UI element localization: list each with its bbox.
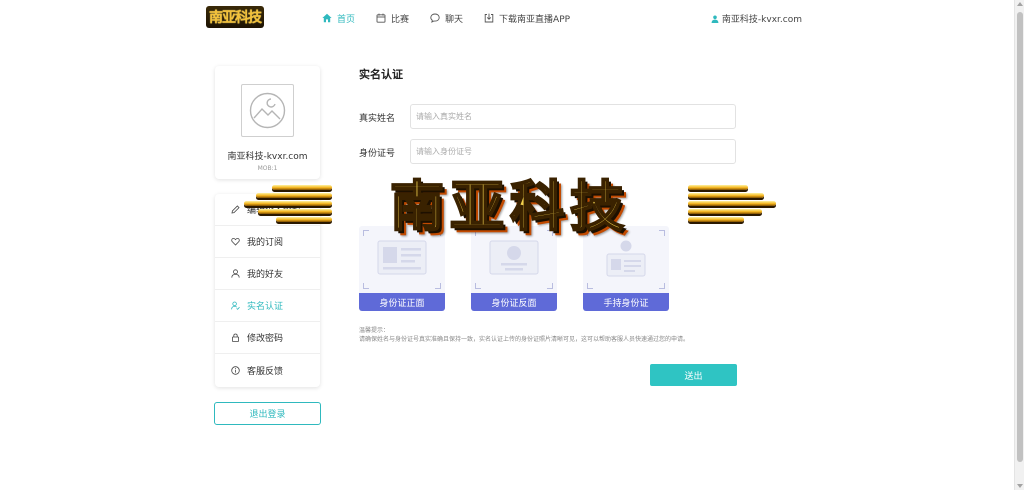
real-name-label: 真实姓名	[359, 114, 396, 124]
id-handheld-icon	[606, 240, 646, 277]
user-icon	[711, 15, 719, 23]
vertical-scrollbar[interactable]	[1014, 0, 1024, 490]
main-nav: 首页 比赛 聊天 下载南亚直播APP	[322, 10, 591, 26]
user-menu[interactable]: 南亚科技-kvxr.com	[711, 12, 802, 25]
nav-home-label: 首页	[337, 14, 356, 25]
pencil-icon	[231, 205, 240, 214]
watermark-text: 南亚科技	[389, 173, 630, 239]
tip-title: 温馨提示：	[359, 327, 390, 334]
menu-item-label: 实名认证	[247, 302, 284, 312]
nav-matches-label: 比赛	[391, 14, 410, 25]
calendar-icon	[376, 13, 386, 23]
menu-item-feedback[interactable]: 客服反馈	[215, 354, 320, 386]
id-number-input[interactable]	[410, 139, 736, 164]
real-name-input[interactable]	[410, 104, 736, 129]
avatar[interactable]	[241, 84, 294, 137]
watermark-banner: 南亚科技	[240, 163, 780, 239]
home-icon	[322, 13, 332, 23]
user-icon	[231, 269, 240, 278]
id-number-label: 身份证号	[359, 149, 396, 159]
nav-matches[interactable]: 比赛	[376, 10, 409, 26]
wing-right-decoration	[688, 185, 780, 225]
menu-item-label: 客服反馈	[247, 366, 284, 377]
menu-item-label: 我的好友	[247, 270, 284, 280]
site-logo[interactable]: 南亚科技	[206, 6, 264, 28]
menu-item-change-password[interactable]: 修改密码	[215, 322, 320, 354]
chat-icon	[430, 13, 440, 23]
scrollbar-thumb[interactable]	[1017, 12, 1023, 462]
page-title: 实名认证	[359, 68, 403, 81]
image-placeholder-icon	[249, 92, 286, 129]
nav-home[interactable]: 首页	[322, 10, 355, 26]
nav-chat-label: 聊天	[445, 14, 464, 25]
menu-item-friends[interactable]: 我的好友	[215, 258, 320, 290]
user-check-icon	[231, 301, 240, 310]
logo-text: 南亚科技	[209, 10, 262, 26]
scroll-down-arrow-icon[interactable]	[1017, 484, 1023, 488]
upload-id-handheld-label: 手持身份证	[583, 293, 669, 311]
wing-left-decoration	[240, 185, 332, 225]
nav-chat[interactable]: 聊天	[430, 10, 463, 26]
upload-id-back-label: 身份证反面	[471, 293, 557, 311]
heart-icon	[231, 237, 240, 246]
tip-text: 请确保姓名与身份证号真实准确且保持一致，实名认证上传的身份证照片清晰可见，这可以…	[359, 336, 690, 343]
id-card-back-icon	[489, 240, 539, 275]
scroll-up-arrow-icon[interactable]	[1017, 2, 1023, 6]
top-header: 南亚科技 首页 比赛 聊天 下载南亚直播APP 南亚科技-kvxr.com	[0, 0, 1014, 36]
lock-icon	[231, 333, 239, 342]
id-card-front-icon	[377, 240, 427, 275]
nav-download-label: 下载南亚直播APP	[499, 14, 571, 25]
profile-name: 南亚科技-kvxr.com	[227, 152, 308, 162]
info-icon	[231, 365, 240, 375]
download-icon	[484, 13, 494, 23]
nav-download-app[interactable]: 下载南亚直播APP	[484, 10, 570, 26]
watermark-brand: 南亚科技	[332, 165, 688, 239]
user-name: 南亚科技-kvxr.com	[721, 15, 802, 25]
menu-item-real-name-auth[interactable]: 实名认证	[215, 290, 320, 322]
submit-button[interactable]: 送出	[650, 364, 737, 386]
upload-id-front-label: 身份证正面	[359, 293, 445, 311]
menu-item-label: 修改密码	[247, 334, 284, 344]
logout-button[interactable]: 退出登录	[214, 402, 321, 425]
